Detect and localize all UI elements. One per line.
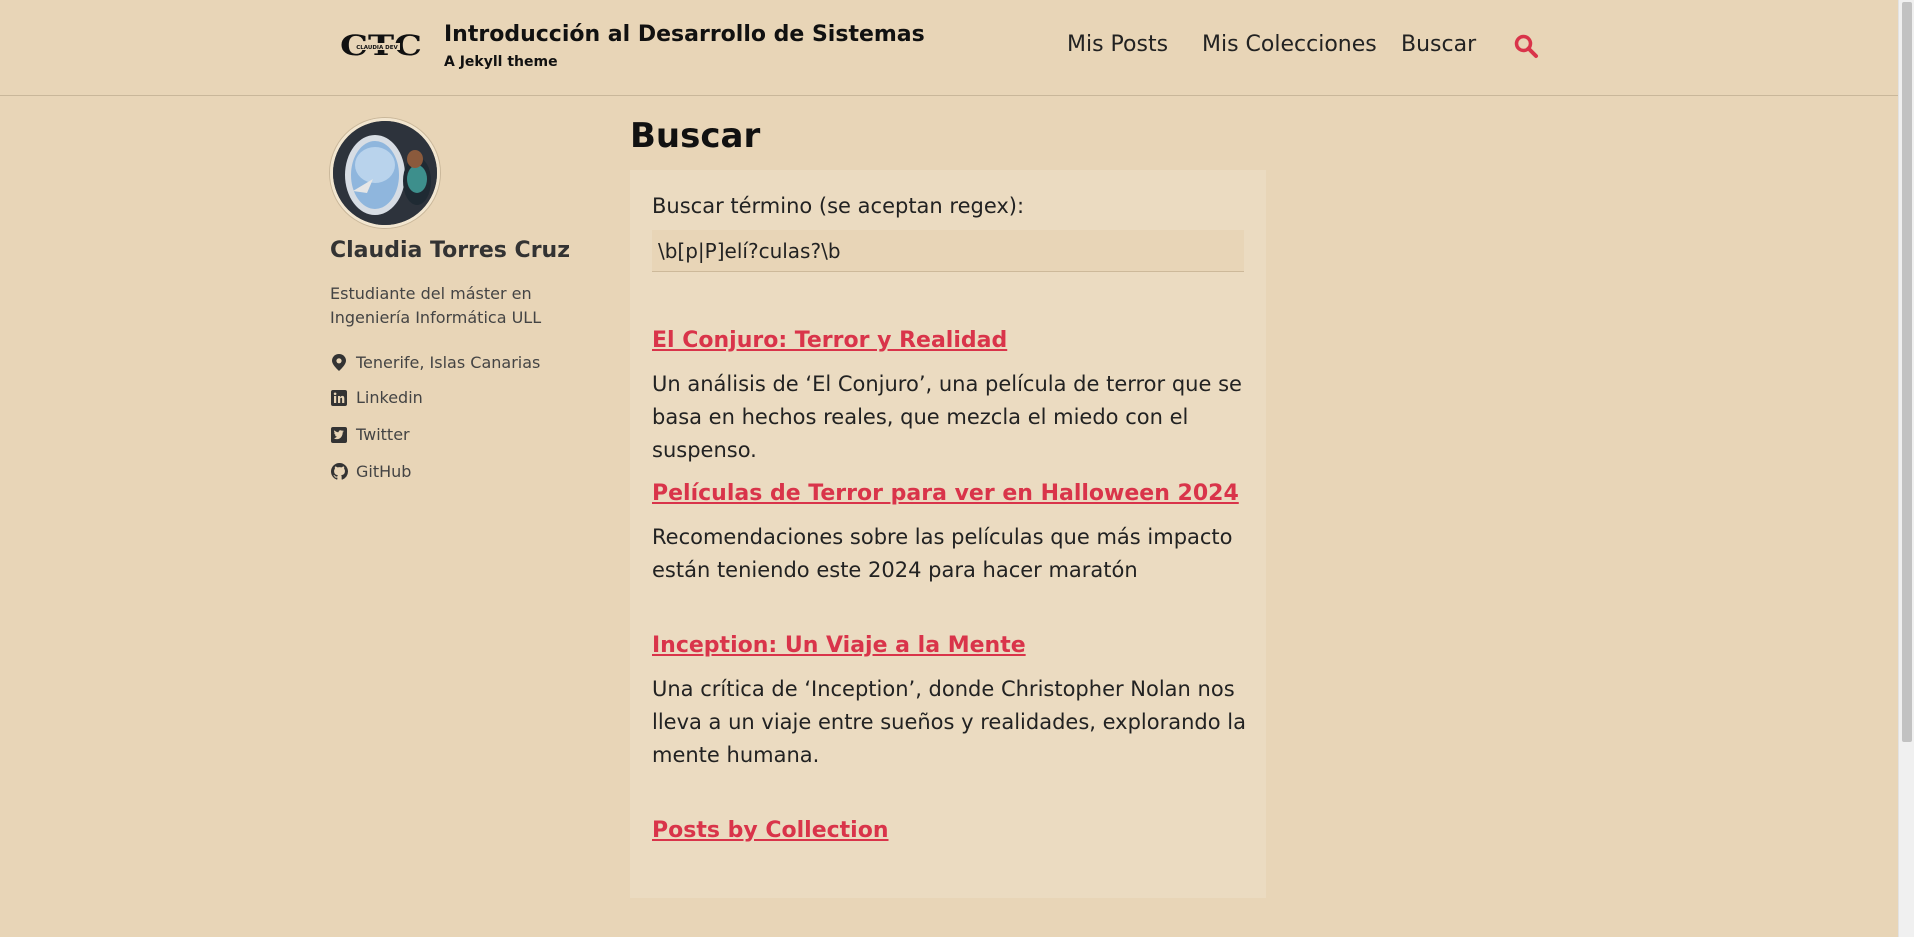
github-icon bbox=[330, 463, 348, 481]
result-excerpt: Un análisis de ‘El Conjuro’, una películ… bbox=[652, 372, 1242, 462]
logo-subtext: CLAUDIA DEV bbox=[356, 45, 398, 51]
avatar bbox=[330, 118, 440, 228]
linkedin-link[interactable]: Linkedin bbox=[330, 388, 423, 407]
site-logo[interactable]: CTC CLAUDIA DEV bbox=[340, 26, 424, 66]
twitter-icon bbox=[330, 426, 348, 444]
nav-buscar[interactable]: Buscar bbox=[1401, 32, 1476, 57]
location-item: Tenerife, Islas Canarias bbox=[330, 353, 540, 372]
location-label: Tenerife, Islas Canarias bbox=[356, 353, 541, 372]
page-title: Buscar bbox=[630, 116, 761, 156]
site-title[interactable]: Introducción al Desarrollo de Sistemas bbox=[444, 22, 925, 47]
result-excerpt: Una crítica de ‘Inception’, donde Christ… bbox=[652, 677, 1246, 767]
linkedin-label: Linkedin bbox=[356, 388, 423, 407]
search-input[interactable] bbox=[652, 230, 1244, 272]
search-label: Buscar término (se aceptan regex): bbox=[652, 194, 1025, 218]
result-title-peliculas-halloween[interactable]: Películas de Terror para ver en Hallowee… bbox=[652, 481, 1239, 506]
result-title-el-conjuro[interactable]: El Conjuro: Terror y Realidad bbox=[652, 328, 1007, 353]
scrollbar-thumb[interactable] bbox=[1902, 2, 1912, 742]
twitter-link[interactable]: Twitter bbox=[330, 425, 410, 444]
site-header: CTC CLAUDIA DEV Introducción al Desarrol… bbox=[0, 0, 1898, 96]
search-icon[interactable] bbox=[1513, 33, 1539, 59]
github-link[interactable]: GitHub bbox=[330, 462, 411, 481]
result-title-inception[interactable]: Inception: Un Viaje a la Mente bbox=[652, 633, 1026, 658]
nav-mis-posts[interactable]: Mis Posts bbox=[1067, 32, 1168, 57]
twitter-label: Twitter bbox=[356, 425, 410, 444]
author-name: Claudia Torres Cruz bbox=[330, 238, 571, 263]
author-bio: Estudiante del máster en Ingeniería Info… bbox=[330, 284, 542, 327]
site-subtitle: A Jekyll theme bbox=[444, 54, 558, 70]
linkedin-icon bbox=[330, 389, 348, 407]
nav-mis-colecciones[interactable]: Mis Colecciones bbox=[1202, 32, 1377, 57]
location-icon bbox=[330, 354, 348, 372]
github-label: GitHub bbox=[356, 462, 412, 481]
result-title-posts-by-collection[interactable]: Posts by Collection bbox=[652, 818, 889, 843]
result-excerpt: Recomendaciones sobre las películas que … bbox=[652, 525, 1233, 582]
page-scrollbar[interactable] bbox=[1898, 0, 1914, 937]
search-panel: Buscar término (se aceptan regex): El Co… bbox=[630, 170, 1266, 898]
